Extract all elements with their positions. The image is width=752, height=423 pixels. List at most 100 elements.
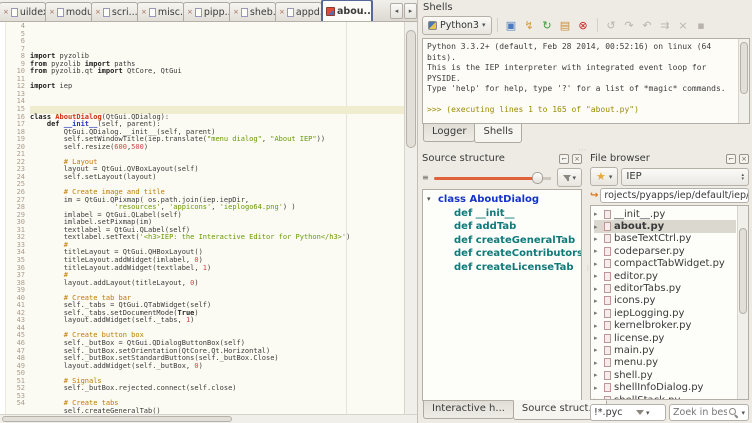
- code-line[interactable]: [30, 98, 404, 106]
- terminate-shell-icon[interactable]: ⊗: [575, 17, 592, 34]
- code-line[interactable]: textlabel.setText('<h3>IEP: the Interact…: [30, 234, 404, 242]
- expand-arrow-icon[interactable]: ▸: [594, 297, 601, 305]
- editor-tab-scri[interactable]: ×scri...: [91, 2, 138, 21]
- interrupt-shell-icon[interactable]: ↯: [521, 17, 538, 34]
- file-row[interactable]: ▸baseTextCtrl.py: [594, 233, 736, 245]
- restart-shell-icon[interactable]: ↻: [539, 17, 556, 34]
- expand-arrow-icon[interactable]: ▸: [594, 210, 601, 218]
- editor-tab-pipp[interactable]: ×pipp...: [183, 2, 230, 21]
- expand-arrow-icon[interactable]: ▸: [594, 384, 601, 392]
- expand-arrow-icon[interactable]: ▸: [594, 396, 601, 400]
- code-line[interactable]: layout.addLayout(titleLayout, 0): [30, 280, 404, 288]
- file-row[interactable]: ▸about.py: [594, 220, 736, 232]
- shell-selector-button[interactable]: Python3 ▾: [422, 16, 492, 35]
- close-tab-icon[interactable]: ×: [233, 9, 239, 16]
- source-structure-item[interactable]: def addTab: [423, 220, 581, 234]
- close-tab-icon[interactable]: ×: [141, 9, 147, 16]
- path-field[interactable]: rojects/pyapps/iep/default/iep/iepcore: [600, 188, 749, 203]
- editor-tab-modu[interactable]: ×modu...: [45, 2, 92, 21]
- code-line[interactable]: from pyzolib.qt import QtCore, QtGui: [30, 68, 404, 76]
- file-row[interactable]: ▸license.py: [594, 332, 736, 344]
- expand-arrow-icon[interactable]: ▸: [594, 272, 601, 280]
- source-structure-tree[interactable]: ▾ class AboutDialog def __init__def addT…: [422, 189, 582, 401]
- code-line[interactable]: import iep: [30, 83, 404, 91]
- expand-arrow-icon[interactable]: ▸: [594, 235, 601, 243]
- edit-shell-config-icon[interactable]: ▣: [503, 17, 520, 34]
- expand-arrow-icon[interactable]: ▸: [594, 359, 601, 367]
- file-row[interactable]: ▸icons.py: [594, 295, 736, 307]
- editor-tab-appd[interactable]: ×appd...: [275, 2, 322, 21]
- shell-output[interactable]: Python 3.3.2+ (default, Feb 28 2014, 00:…: [422, 38, 750, 124]
- close-panel-icon[interactable]: ×: [572, 154, 582, 164]
- expand-arrow-icon[interactable]: ▸: [594, 260, 601, 268]
- editor-tab-sheb[interactable]: ×sheb...: [229, 2, 276, 21]
- dock-tab-logger[interactable]: Logger: [423, 124, 475, 142]
- code-line[interactable]: layout.addWidget(self._tabs, 1): [30, 317, 404, 325]
- file-row[interactable]: ▸menu.py: [594, 357, 736, 369]
- code-text-area[interactable]: import pyzolibfrom pyzolib import pathsf…: [30, 22, 404, 414]
- close-tab-icon[interactable]: ×: [279, 9, 285, 16]
- expand-arrow-icon[interactable]: ▸: [594, 285, 601, 293]
- code-line[interactable]: self.createGeneralTab(): [30, 408, 404, 414]
- file-row[interactable]: ▸__init__.py: [594, 208, 736, 220]
- file-row[interactable]: ▸codeparser.py: [594, 245, 736, 257]
- close-tab-icon[interactable]: ×: [187, 9, 193, 16]
- editor-tab-misc[interactable]: ×misc...: [137, 2, 184, 21]
- search-in-files-input[interactable]: [673, 407, 727, 418]
- source-structure-class-item[interactable]: ▾ class AboutDialog: [423, 193, 581, 207]
- expand-arrow-icon[interactable]: ▸: [594, 371, 601, 379]
- scrollbar-thumb[interactable]: [406, 30, 416, 148]
- go-to-directory-icon[interactable]: ↪: [590, 191, 598, 201]
- file-row[interactable]: ▸editorTabs.py: [594, 282, 736, 294]
- scrollbar-thumb[interactable]: [740, 42, 748, 94]
- expand-arrow-icon[interactable]: ▸: [594, 247, 601, 255]
- file-row[interactable]: ▸shellStack.py: [594, 394, 736, 400]
- clear-screen-icon[interactable]: ▤: [557, 17, 574, 34]
- close-tab-icon[interactable]: ×: [95, 9, 101, 16]
- scroll-tabs-left-icon[interactable]: ◂: [390, 3, 403, 19]
- close-tab-icon[interactable]: ×: [3, 9, 9, 16]
- expand-arrow-icon[interactable]: ▸: [594, 309, 601, 317]
- code-line[interactable]: [30, 91, 404, 99]
- code-line[interactable]: self.resize(600,500): [30, 144, 404, 152]
- structure-depth-slider[interactable]: [434, 171, 553, 185]
- editor-vertical-scrollbar[interactable]: [404, 22, 417, 414]
- collapse-arrow-icon[interactable]: ▾: [427, 193, 431, 207]
- code-line[interactable]: self._butBox.rejected.connect(self.close…: [30, 385, 404, 393]
- shell-scrollbar[interactable]: [738, 39, 749, 123]
- filename-filter-input[interactable]: [594, 407, 634, 418]
- file-row[interactable]: ▸kernelbroker.py: [594, 320, 736, 332]
- code-line[interactable]: self.setLayout(layout): [30, 174, 404, 182]
- close-tab-icon[interactable]: ×: [49, 9, 55, 16]
- file-list-scrollbar[interactable]: [737, 206, 748, 399]
- source-structure-item[interactable]: def createLicenseTab: [423, 261, 581, 275]
- scrollbar-thumb[interactable]: [2, 416, 232, 422]
- editor-horizontal-scrollbar[interactable]: [0, 414, 417, 423]
- float-panel-icon[interactable]: ⌐: [726, 154, 736, 164]
- code-line[interactable]: titleLayout.addWidget(textlabel, 1): [30, 265, 404, 273]
- file-row[interactable]: ▸shell.py: [594, 369, 736, 381]
- code-line[interactable]: [30, 76, 404, 84]
- expand-arrow-icon[interactable]: ▸: [594, 223, 601, 231]
- file-row[interactable]: ▸main.py: [594, 344, 736, 356]
- search-in-files[interactable]: ▾: [669, 404, 749, 421]
- editor-tab-abou[interactable]: abou...: [321, 0, 373, 21]
- expand-arrow-icon[interactable]: ▸: [594, 346, 601, 354]
- file-row[interactable]: ▸compactTabWidget.py: [594, 258, 736, 270]
- code-editor[interactable]: 4567891011121314151617181920212223242526…: [0, 22, 417, 414]
- float-panel-icon[interactable]: ⌐: [559, 154, 569, 164]
- scrollbar-thumb[interactable]: [739, 228, 747, 314]
- source-structure-item[interactable]: def __init__: [423, 207, 581, 221]
- structure-filter-button[interactable]: ▾: [557, 168, 582, 187]
- source-structure-item[interactable]: def createGeneralTab: [423, 234, 581, 248]
- dock-tab-shells[interactable]: Shells: [474, 123, 522, 143]
- expand-arrow-icon[interactable]: ▸: [594, 322, 601, 330]
- slider-handle[interactable]: [532, 172, 543, 184]
- scroll-tabs-right-icon[interactable]: ▸: [404, 3, 417, 19]
- dock-tab-interactive-h[interactable]: Interactive h...: [423, 401, 514, 419]
- file-list[interactable]: ▸__init__.py▸about.py▸baseTextCtrl.py▸co…: [590, 205, 749, 400]
- bookmarks-button[interactable]: ★ ▾: [590, 167, 618, 186]
- project-select[interactable]: IEP ▴▾: [621, 168, 749, 186]
- editor-tab-uildexe[interactable]: ×uildexe...: [0, 2, 46, 21]
- source-structure-item[interactable]: def createContributors...: [423, 247, 581, 261]
